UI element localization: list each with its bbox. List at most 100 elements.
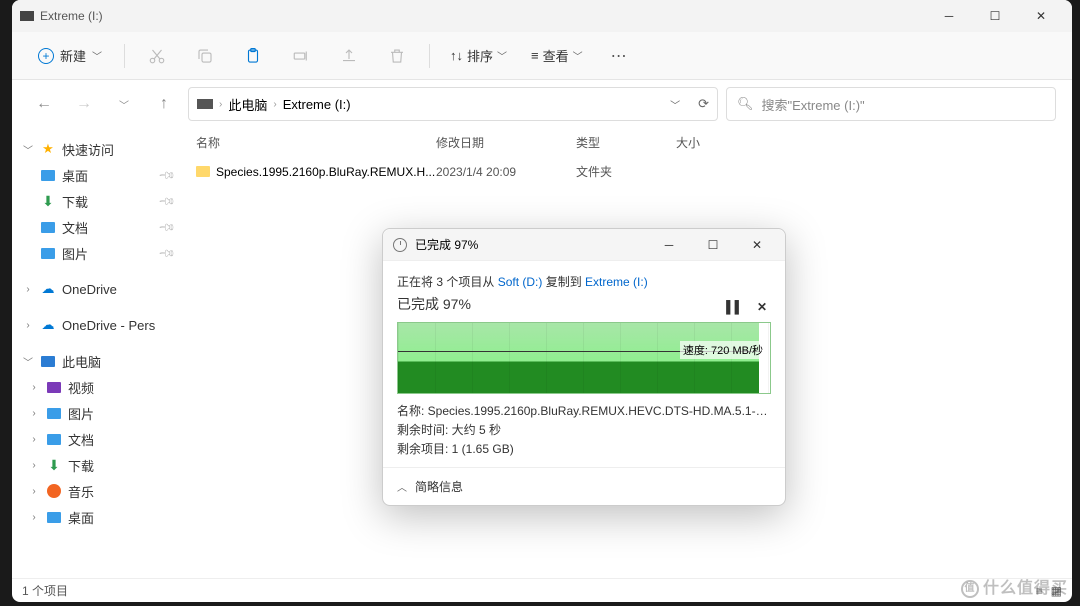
search-placeholder: 搜索"Extreme (I:)" bbox=[762, 95, 865, 114]
brief-info-toggle: 简略信息 bbox=[415, 478, 463, 495]
pin-icon: 📌︎ bbox=[157, 243, 176, 262]
file-date: 2023/1/4 20:09 bbox=[436, 165, 576, 179]
breadcrumb-current[interactable]: Extreme (I:) bbox=[283, 97, 351, 112]
pause-button[interactable]: ▐▐ bbox=[722, 300, 739, 314]
chevron-down-icon[interactable]: ﹀ bbox=[670, 97, 680, 112]
sidebar-videos[interactable]: ›视频 bbox=[16, 374, 180, 400]
col-modified[interactable]: 修改日期 bbox=[436, 134, 576, 151]
dialog-footer[interactable]: ︿ 简略信息 bbox=[383, 467, 785, 505]
dialog-maximize-button[interactable]: ☐ bbox=[695, 238, 731, 252]
sidebar-music[interactable]: ›音乐 bbox=[16, 478, 180, 504]
copy-progress-dialog: 已完成 97% ─ ☐ ✕ 正在将 3 个项目从 Soft (D:) 复制到 E… bbox=[382, 228, 786, 506]
detail-name: 名称: Species.1995.2160p.BluRay.REMUX.HEVC… bbox=[397, 402, 771, 419]
paste-button[interactable] bbox=[233, 38, 273, 74]
sidebar-documents[interactable]: 文档📌︎ bbox=[16, 214, 180, 240]
plus-icon: + bbox=[38, 48, 54, 64]
sidebar-downloads2[interactable]: ›⬇下载 bbox=[16, 452, 180, 478]
search-input[interactable]: 🔍︎ 搜索"Extreme (I:)" bbox=[726, 87, 1056, 121]
watermark: 值什么值得买 bbox=[961, 574, 1068, 598]
speed-graph: 速度: 720 MB/秒 bbox=[397, 322, 771, 394]
view-icon: ≡ bbox=[531, 48, 539, 63]
col-name[interactable]: 名称 bbox=[196, 134, 436, 151]
minimize-button[interactable]: ─ bbox=[926, 0, 972, 32]
document-icon bbox=[41, 222, 55, 233]
cloud-icon: ☁ bbox=[40, 281, 56, 297]
dialog-close-button[interactable]: ✕ bbox=[739, 238, 775, 252]
sidebar: ﹀★快速访问 桌面📌︎ ⬇下载📌︎ 文档📌︎ 图片📌︎ ›☁OneDrive ›… bbox=[12, 128, 184, 578]
titlebar[interactable]: Extreme (I:) ─ ☐ ✕ bbox=[12, 0, 1072, 32]
watermark-logo-icon: 值 bbox=[961, 580, 979, 598]
sidebar-quick-access[interactable]: ﹀★快速访问 bbox=[16, 136, 180, 162]
download-icon: ⬇ bbox=[40, 193, 56, 209]
sidebar-pictures[interactable]: 图片📌︎ bbox=[16, 240, 180, 266]
chevron-right-icon: › bbox=[219, 99, 222, 110]
file-type: 文件夹 bbox=[576, 163, 676, 180]
window-title: Extreme (I:) bbox=[40, 9, 926, 23]
view-button[interactable]: ≡ 查看 ﹀ bbox=[523, 40, 591, 71]
chevron-down-icon: ﹀ bbox=[573, 48, 583, 63]
detail-remaining: 剩余项目: 1 (1.65 GB) bbox=[397, 440, 771, 457]
divider bbox=[124, 44, 125, 68]
clock-icon bbox=[393, 238, 407, 252]
item-count: 1 个项目 bbox=[22, 582, 68, 599]
maximize-button[interactable]: ☐ bbox=[972, 0, 1018, 32]
pin-icon: 📌︎ bbox=[157, 191, 176, 210]
search-icon: 🔍︎ bbox=[737, 96, 754, 112]
back-button[interactable]: ← bbox=[28, 88, 60, 120]
speed-label: 速度: 720 MB/秒 bbox=[680, 341, 766, 359]
file-name: Species.1995.2160p.BluRay.REMUX.H... bbox=[216, 165, 435, 179]
sort-icon: ↑↓ bbox=[450, 48, 463, 63]
video-icon bbox=[47, 382, 61, 393]
dest-link[interactable]: Extreme (I:) bbox=[585, 275, 648, 289]
up-button[interactable]: ↑ bbox=[148, 88, 180, 120]
breadcrumb-root[interactable]: 此电脑 bbox=[228, 95, 267, 114]
drive-icon bbox=[197, 99, 213, 109]
new-button[interactable]: + 新建 ﹀ bbox=[28, 40, 112, 71]
copy-button[interactable] bbox=[185, 38, 225, 74]
forward-button[interactable]: → bbox=[68, 88, 100, 120]
cancel-button[interactable]: ✕ bbox=[757, 300, 767, 314]
sidebar-pictures2[interactable]: ›图片 bbox=[16, 400, 180, 426]
cloud-icon: ☁ bbox=[40, 317, 56, 333]
column-headers[interactable]: 名称 修改日期 类型 大小 bbox=[184, 128, 1072, 157]
star-icon: ★ bbox=[40, 141, 56, 157]
sidebar-desktop[interactable]: 桌面📌︎ bbox=[16, 162, 180, 188]
more-button[interactable]: ⋯ bbox=[599, 38, 639, 74]
detail-time: 剩余时间: 大约 5 秒 bbox=[397, 421, 771, 438]
cut-button[interactable] bbox=[137, 38, 177, 74]
picture-icon bbox=[41, 248, 55, 259]
folder-icon bbox=[196, 166, 210, 177]
pin-icon: 📌︎ bbox=[157, 165, 176, 184]
close-button[interactable]: ✕ bbox=[1018, 0, 1064, 32]
col-type[interactable]: 类型 bbox=[576, 134, 676, 151]
dialog-titlebar[interactable]: 已完成 97% ─ ☐ ✕ bbox=[383, 229, 785, 261]
sort-button[interactable]: ↑↓ 排序 ﹀ bbox=[442, 40, 515, 71]
pc-icon bbox=[41, 356, 55, 367]
status-bar: 1 个项目 ≡ ▦ bbox=[12, 578, 1072, 602]
sidebar-downloads[interactable]: ⬇下载📌︎ bbox=[16, 188, 180, 214]
chevron-up-icon: ︿ bbox=[397, 479, 407, 494]
sidebar-onedrive[interactable]: ›☁OneDrive bbox=[16, 276, 180, 302]
address-bar[interactable]: › 此电脑 › Extreme (I:) ﹀ ⟳ bbox=[188, 87, 718, 121]
share-button[interactable] bbox=[329, 38, 369, 74]
recent-button[interactable]: ﹀ bbox=[108, 88, 140, 120]
sidebar-documents2[interactable]: ›文档 bbox=[16, 426, 180, 452]
rename-button[interactable] bbox=[281, 38, 321, 74]
desktop-icon bbox=[41, 170, 55, 181]
drive-icon bbox=[20, 11, 34, 21]
sidebar-desktop2[interactable]: ›桌面 bbox=[16, 504, 180, 530]
progress-text: 已完成 97% bbox=[397, 294, 771, 314]
download-icon: ⬇ bbox=[46, 457, 62, 473]
copy-description: 正在将 3 个项目从 Soft (D:) 复制到 Extreme (I:) bbox=[397, 273, 771, 290]
document-icon bbox=[47, 434, 61, 445]
file-row[interactable]: Species.1995.2160p.BluRay.REMUX.H... 202… bbox=[184, 157, 1072, 186]
col-size[interactable]: 大小 bbox=[676, 134, 756, 151]
sidebar-this-pc[interactable]: ﹀此电脑 bbox=[16, 348, 180, 374]
refresh-button[interactable]: ⟳ bbox=[698, 96, 709, 112]
delete-button[interactable] bbox=[377, 38, 417, 74]
source-link[interactable]: Soft (D:) bbox=[498, 275, 543, 289]
dialog-title: 已完成 97% bbox=[415, 236, 643, 253]
sidebar-onedrive-personal[interactable]: ›☁OneDrive - Pers bbox=[16, 312, 180, 338]
dialog-minimize-button[interactable]: ─ bbox=[651, 238, 687, 252]
new-label: 新建 bbox=[60, 46, 86, 65]
